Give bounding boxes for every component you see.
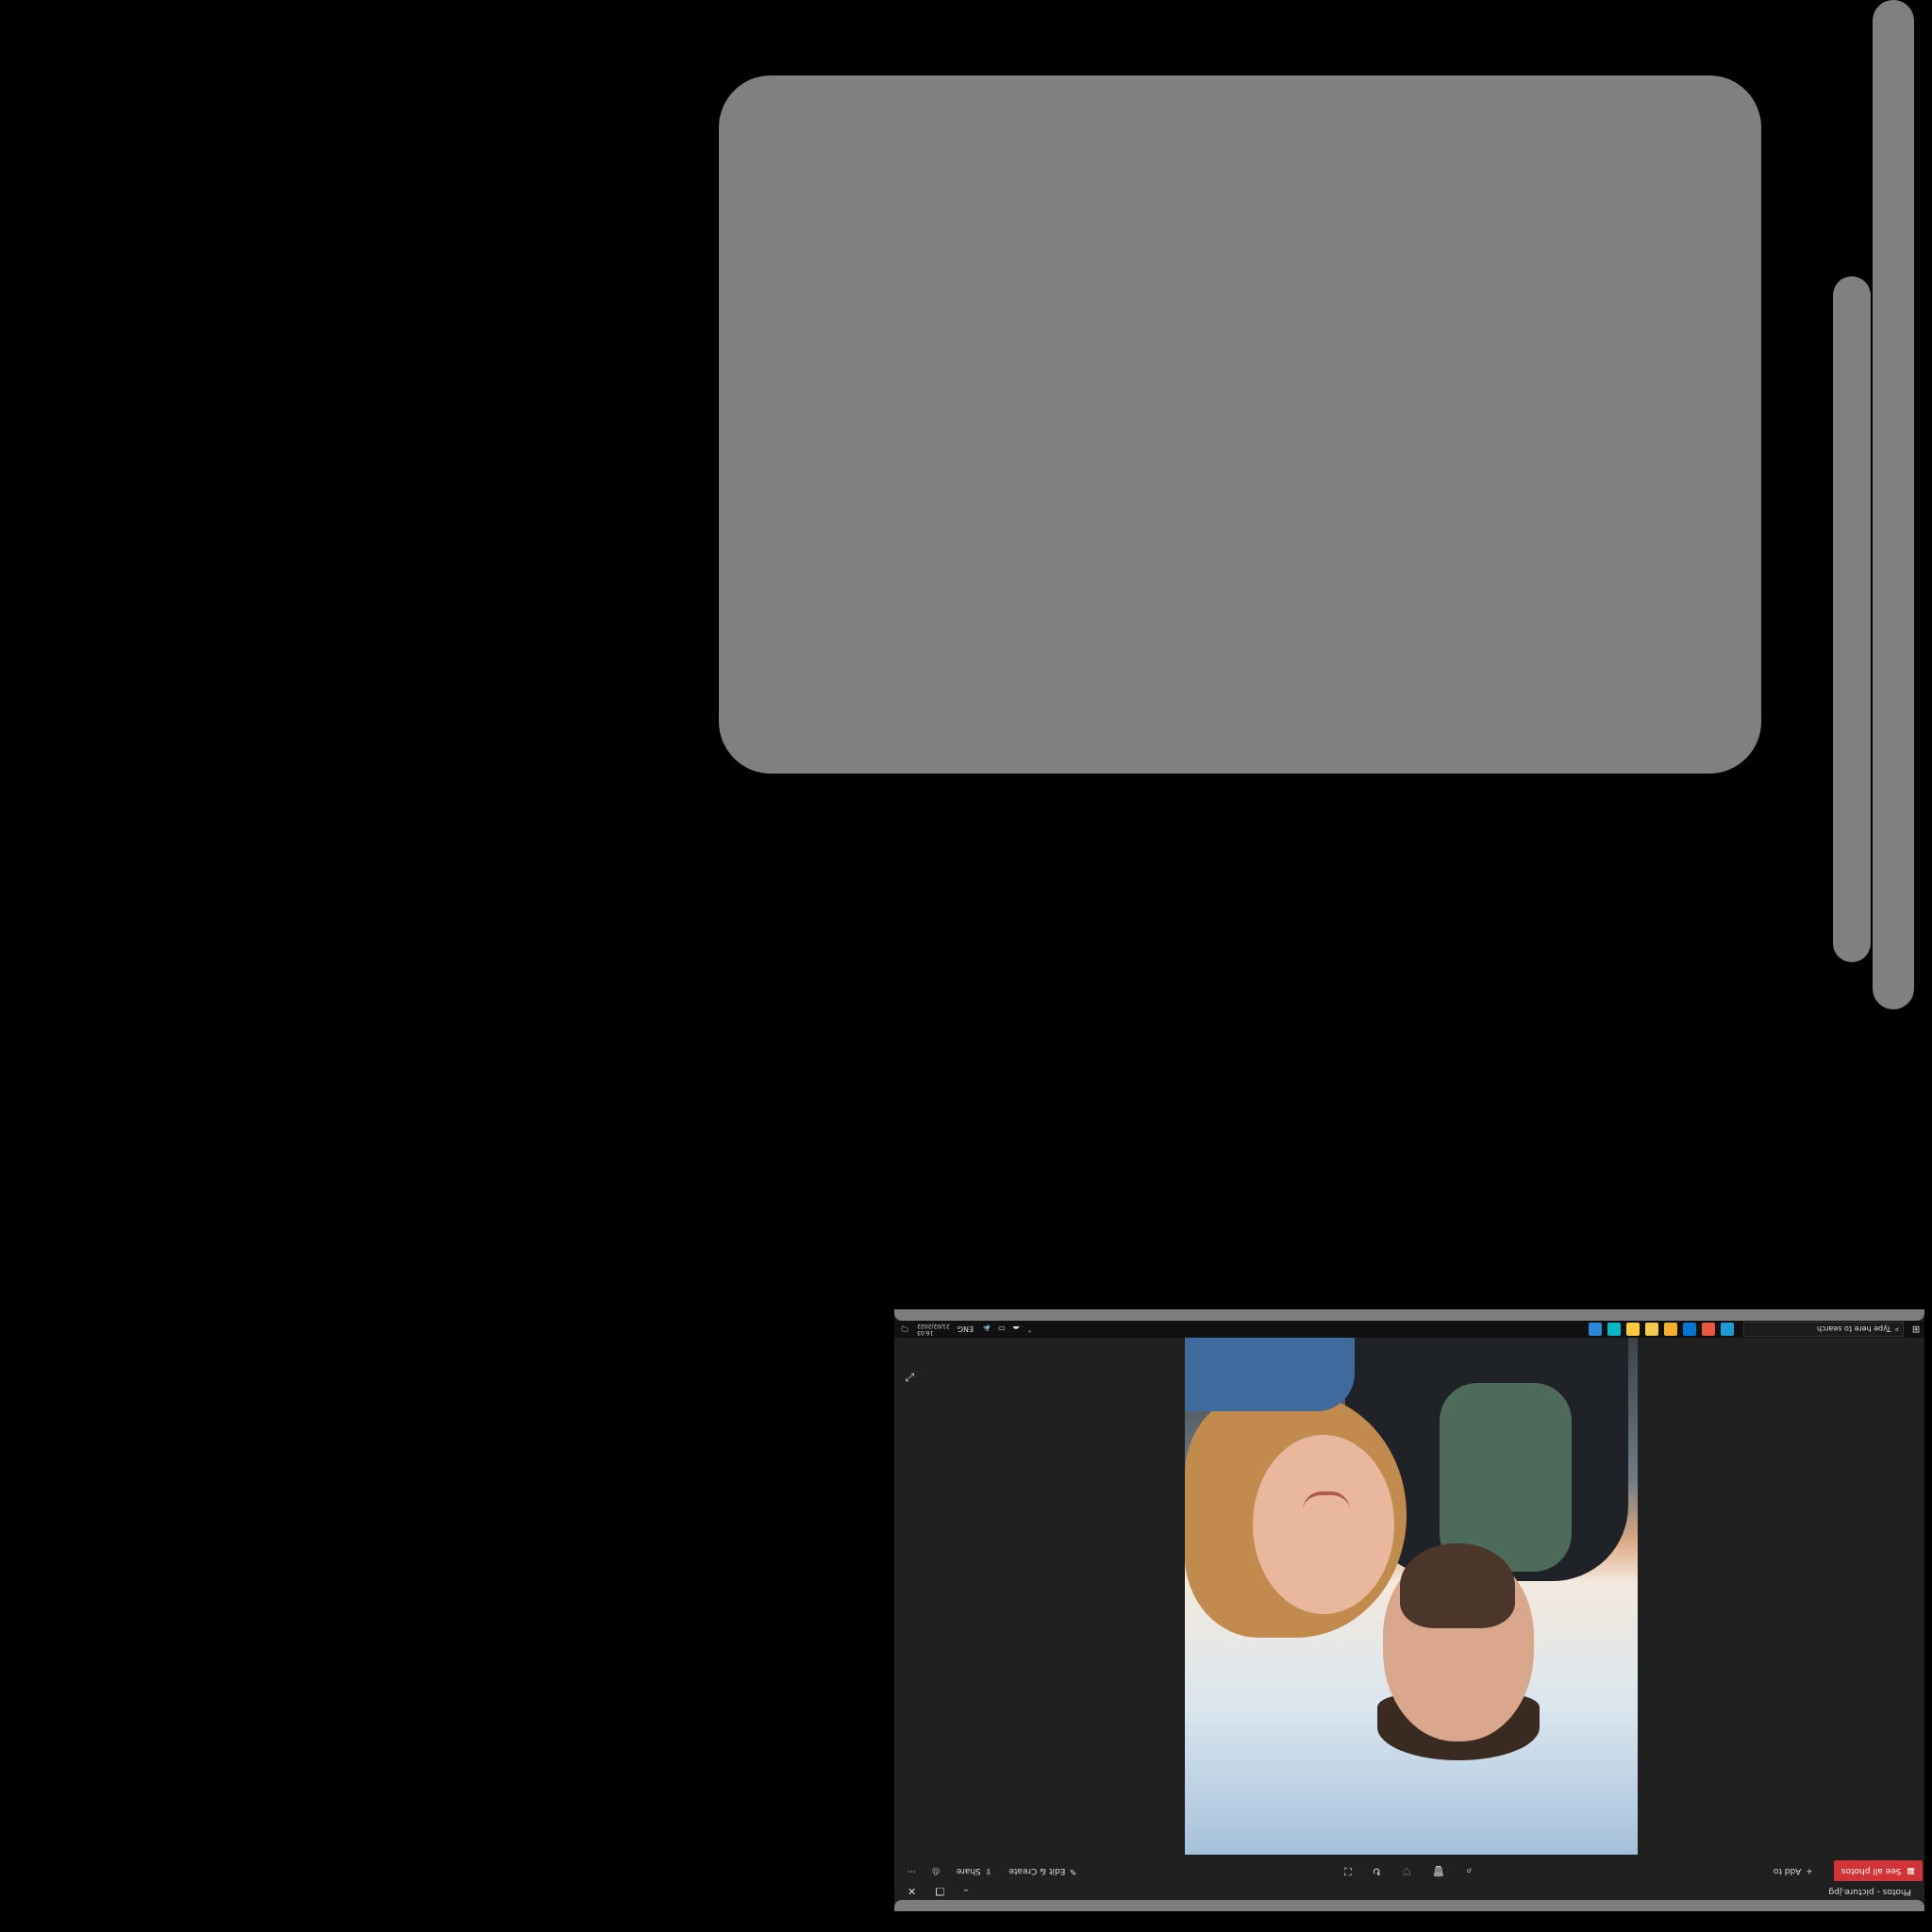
share-icon: ⇪ xyxy=(984,1866,992,1875)
plus-icon: + xyxy=(1806,1866,1813,1875)
taskbar-search-input[interactable]: ⌕ Type here to search xyxy=(1743,1322,1904,1337)
language-indicator[interactable]: ENG xyxy=(958,1325,974,1334)
share-button[interactable]: ⇪ Share xyxy=(957,1866,992,1875)
photo-man-beard xyxy=(1400,1543,1515,1628)
edge-app-icon[interactable] xyxy=(1721,1323,1734,1336)
photo-denim-jacket xyxy=(1185,1331,1355,1411)
favorite-icon[interactable]: ♡ xyxy=(1402,1864,1411,1877)
gray-side-bar-inner xyxy=(1833,276,1871,962)
windows-start-icon[interactable]: ⊞ xyxy=(1907,1324,1924,1335)
zoom-icon[interactable]: ⌕ xyxy=(1466,1864,1472,1877)
clock[interactable]: 16:03 21/02/2022 xyxy=(917,1323,950,1336)
file-explorer-icon[interactable] xyxy=(1626,1323,1640,1336)
photos-app-icon[interactable] xyxy=(1589,1323,1602,1336)
add-to-label: Add to xyxy=(1773,1866,1802,1875)
taskbar-apps xyxy=(1589,1323,1734,1336)
window-title: Photos - picture.jpg xyxy=(1828,1887,1911,1896)
see-all-photos-label: See all photos xyxy=(1840,1866,1902,1875)
minimize-button[interactable]: – xyxy=(963,1886,969,1898)
expand-icon[interactable]: ⤢ xyxy=(906,1370,915,1384)
gallery-icon: ▦ xyxy=(1907,1866,1915,1875)
edit-create-button[interactable]: ✎ Edit & Create xyxy=(1008,1866,1076,1875)
gray-placeholder-panel xyxy=(719,75,1761,774)
more-options-button[interactable]: ··· xyxy=(908,1866,916,1875)
add-to-button[interactable]: + Add to xyxy=(1774,1866,1813,1875)
rotate-icon[interactable]: ↻ xyxy=(1373,1864,1381,1877)
network-icon[interactable]: ☁ xyxy=(1013,1325,1021,1334)
sketch-app-icon[interactable] xyxy=(1664,1323,1677,1336)
edit-create-label: Edit & Create xyxy=(1008,1866,1066,1875)
system-tray: ˄ ☁ ▭ 🔈 ENG 16:03 21/02/2022 🗨 xyxy=(900,1323,1032,1336)
store-app-icon[interactable] xyxy=(1607,1323,1621,1336)
print-icon[interactable]: ⎙ xyxy=(933,1866,940,1875)
photo-toolbar: ▦ See all photos + Add to ⌕ 🗑 ♡ ↻ ⛶ ✎ Ed… xyxy=(894,1858,1924,1883)
screen-edge-bottom xyxy=(894,1309,1924,1321)
restore-button[interactable]: ❐ xyxy=(935,1886,944,1898)
crop-icon[interactable]: ⛶ xyxy=(1344,1864,1352,1877)
edit-icon: ✎ xyxy=(1069,1866,1076,1875)
search-icon: ⌕ xyxy=(1894,1325,1899,1334)
screen-edge-top xyxy=(894,1900,1924,1911)
search-placeholder: Type here to search xyxy=(1816,1324,1891,1334)
photos-app-screen: Photos - picture.jpg – ❐ ✕ ▦ See all pho… xyxy=(894,1309,1924,1911)
photo-woman-face xyxy=(1253,1435,1394,1614)
clock-time: 16:03 xyxy=(917,1329,934,1336)
gray-side-bar xyxy=(1873,0,1914,1009)
displayed-photo xyxy=(1185,1331,1638,1855)
delete-icon[interactable]: 🗑 xyxy=(1432,1864,1445,1877)
see-all-photos-button[interactable]: ▦ See all photos xyxy=(1833,1860,1923,1881)
notifications-icon[interactable]: 🗨 xyxy=(900,1325,909,1334)
app-yellow-icon[interactable] xyxy=(1645,1323,1658,1336)
volume-icon[interactable]: 🔈 xyxy=(981,1325,991,1334)
vscode-app-icon[interactable] xyxy=(1683,1323,1696,1336)
clock-date: 21/02/2022 xyxy=(917,1323,950,1329)
share-label: Share xyxy=(956,1866,981,1875)
chrome-app-icon[interactable] xyxy=(1702,1323,1715,1336)
taskbar: ⊞ ⌕ Type here to search ˄ ☁ ▭ 🔈 ENG 16:0… xyxy=(894,1321,1924,1338)
battery-icon[interactable]: ▭ xyxy=(998,1325,1006,1334)
title-bar: Photos - picture.jpg – ❐ ✕ xyxy=(894,1883,1924,1900)
chevron-up-icon[interactable]: ˄ xyxy=(1028,1325,1032,1334)
close-button[interactable]: ✕ xyxy=(908,1886,916,1898)
